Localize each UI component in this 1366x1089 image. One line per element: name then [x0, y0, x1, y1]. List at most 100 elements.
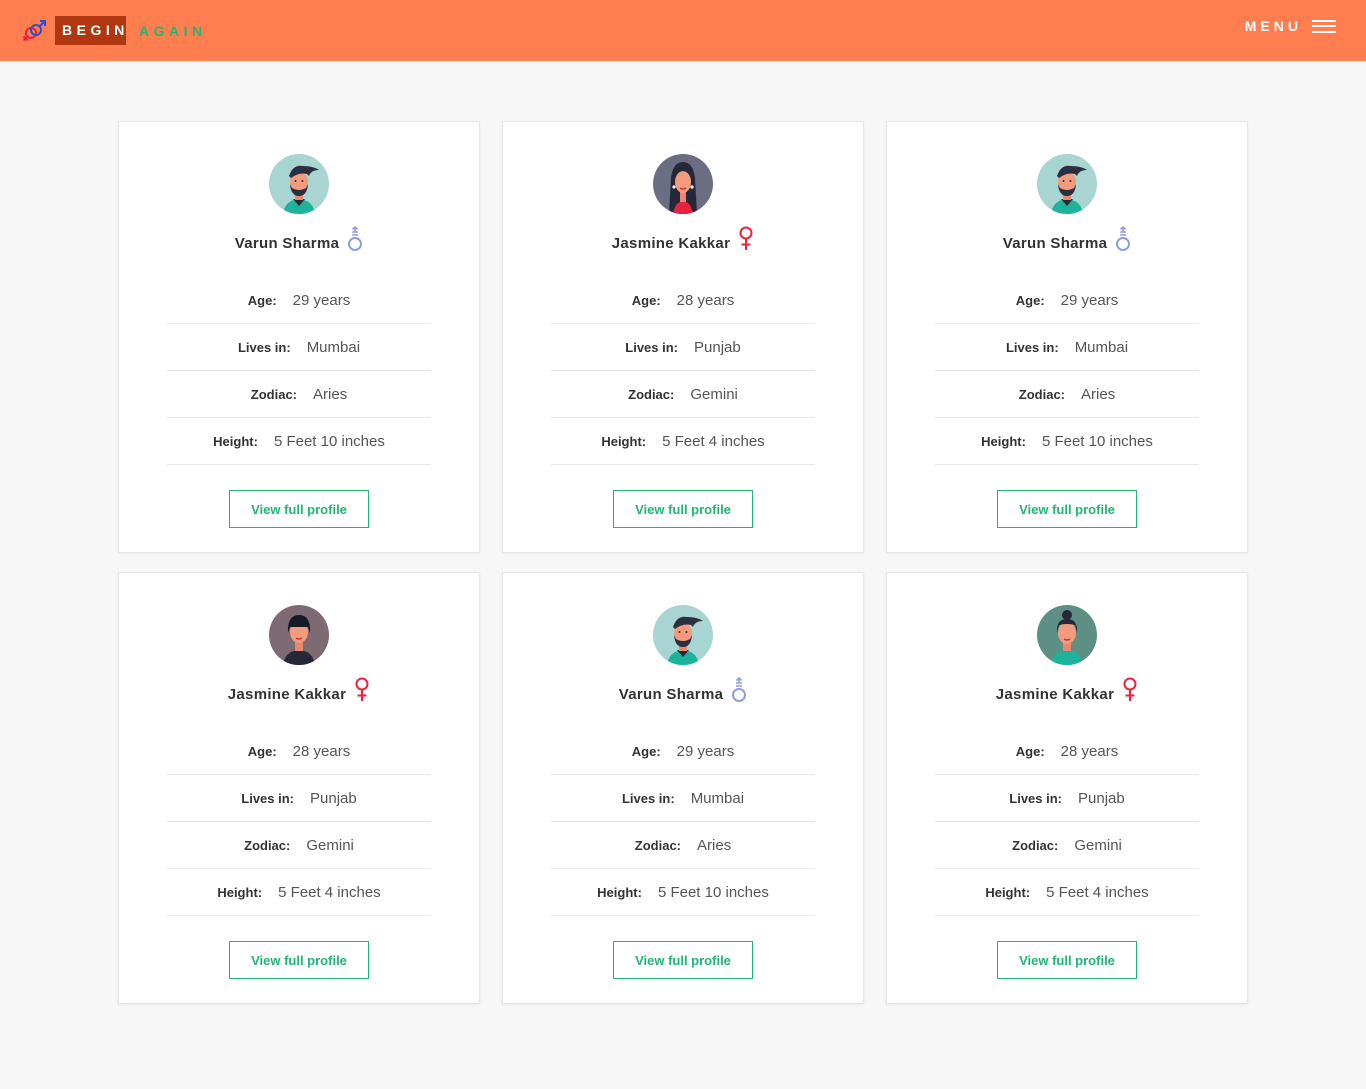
name-row: Varun Sharma — [887, 222, 1247, 252]
name-row: Jasmine Kakkar — [887, 673, 1247, 703]
profile-name: Varun Sharma — [1002, 235, 1108, 252]
height-label: Height: — [985, 884, 1031, 900]
height-label: Height: — [597, 884, 642, 900]
lives-in-value: Mumbai — [306, 338, 361, 356]
view-full-profile-button[interactable]: View full profile — [997, 941, 1137, 979]
avatar[interactable] — [1037, 605, 1097, 665]
detail-row-zodiac: Zodiac: Gemini — [167, 822, 431, 869]
avatar[interactable] — [653, 605, 713, 665]
lives-in-value: Punjab — [310, 789, 357, 807]
name-row: Jasmine Kakkar — [503, 222, 863, 252]
view-full-profile-button[interactable]: View full profile — [997, 490, 1137, 528]
view-full-profile-button[interactable]: View full profile — [229, 490, 369, 528]
detail-row-lives-in: Lives in: Mumbai — [935, 324, 1199, 371]
zodiac-value: Gemini — [690, 385, 738, 403]
detail-row-lives-in: Lives in: Mumbai — [167, 324, 431, 371]
height-value: 5 Feet 10 inches — [657, 883, 769, 901]
detail-row-zodiac: Zodiac: Aries — [935, 371, 1199, 418]
avatar[interactable] — [269, 605, 329, 665]
name-row: Varun Sharma — [503, 673, 863, 703]
logo-word-begin: BEGIN — [55, 16, 126, 45]
profile-card-2: Jasmine Kakkar Age: 28 years Lives in: P… — [502, 121, 864, 553]
zodiac-label: Zodiac: — [250, 386, 298, 402]
lives-in-label: Lives in: — [1009, 790, 1063, 806]
profile-name: Jasmine Kakkar — [227, 686, 347, 703]
profile-name: Jasmine Kakkar — [995, 686, 1115, 703]
zodiac-value: Gemini — [306, 836, 354, 854]
name-row: Varun Sharma — [119, 222, 479, 252]
hamburger-icon — [1312, 19, 1336, 33]
zodiac-value: Gemini — [1074, 836, 1122, 854]
detail-row-height: Height: 5 Feet 10 inches — [935, 418, 1199, 465]
lives-in-value: Punjab — [1078, 789, 1125, 807]
detail-row-height: Height: 5 Feet 4 inches — [167, 869, 431, 916]
age-label: Age: — [1015, 292, 1045, 308]
profile-details: Age: 29 years Lives in: Mumbai Zodiac: A… — [551, 728, 815, 916]
lives-in-label: Lives in: — [625, 339, 679, 355]
avatar[interactable] — [1037, 154, 1097, 214]
profile-details: Age: 28 years Lives in: Punjab Zodiac: G… — [551, 277, 815, 465]
height-value: 5 Feet 10 inches — [1041, 432, 1153, 450]
logo[interactable]: BEGIN AGAIN — [22, 16, 207, 45]
detail-row-lives-in: Lives in: Punjab — [551, 324, 815, 371]
age-value: 28 years — [1060, 742, 1119, 760]
age-value: 28 years — [292, 742, 351, 760]
avatar[interactable] — [269, 154, 329, 214]
detail-row-age: Age: 29 years — [935, 277, 1199, 324]
zodiac-value: Aries — [313, 385, 348, 403]
profile-name: Varun Sharma — [618, 686, 724, 703]
zodiac-value: Aries — [697, 836, 732, 854]
detail-row-lives-in: Lives in: Punjab — [935, 775, 1199, 822]
height-label: Height: — [217, 884, 263, 900]
view-full-profile-button[interactable]: View full profile — [613, 490, 753, 528]
lives-in-label: Lives in: — [1005, 339, 1059, 355]
profile-card-4: Jasmine Kakkar Age: 28 years Lives in: P… — [118, 572, 480, 1004]
profile-details: Age: 29 years Lives in: Mumbai Zodiac: A… — [935, 277, 1199, 465]
height-label: Height: — [601, 433, 647, 449]
zodiac-label: Zodiac: — [628, 386, 675, 402]
height-value: 5 Feet 4 inches — [278, 883, 381, 901]
detail-row-height: Height: 5 Feet 4 inches — [551, 418, 815, 465]
age-label: Age: — [631, 743, 661, 759]
age-label: Age: — [631, 292, 661, 308]
view-full-profile-button[interactable]: View full profile — [613, 941, 753, 979]
height-value: 5 Feet 10 inches — [273, 432, 385, 450]
profile-card-1: Varun Sharma Age: 29 years Lives in: Mum… — [118, 121, 480, 553]
detail-row-height: Height: 5 Feet 10 inches — [167, 418, 431, 465]
menu-label: MENU — [1244, 18, 1302, 34]
lives-in-label: Lives in: — [237, 339, 291, 355]
age-label: Age: — [247, 743, 277, 759]
profile-name: Jasmine Kakkar — [611, 235, 731, 252]
profile-name: Varun Sharma — [234, 235, 340, 252]
height-value: 5 Feet 4 inches — [662, 432, 765, 450]
zodiac-label: Zodiac: — [634, 837, 682, 853]
zodiac-label: Zodiac: — [244, 837, 291, 853]
logo-word-again: AGAIN — [139, 22, 207, 39]
profile-details: Age: 28 years Lives in: Punjab Zodiac: G… — [167, 728, 431, 916]
profile-grid: Varun Sharma Age: 29 years Lives in: Mum… — [118, 121, 1248, 1004]
zodiac-label: Zodiac: — [1012, 837, 1059, 853]
navbar: BEGIN AGAIN MENU — [0, 0, 1366, 61]
male-symbol-icon — [731, 677, 747, 705]
detail-row-zodiac: Zodiac: Gemini — [551, 371, 815, 418]
profile-details: Age: 29 years Lives in: Mumbai Zodiac: A… — [167, 277, 431, 465]
view-full-profile-button[interactable]: View full profile — [229, 941, 369, 979]
lives-in-value: Mumbai — [1074, 338, 1129, 356]
detail-row-zodiac: Zodiac: Aries — [167, 371, 431, 418]
detail-row-zodiac: Zodiac: Gemini — [935, 822, 1199, 869]
lives-in-label: Lives in: — [621, 790, 675, 806]
male-symbol-icon — [347, 226, 363, 254]
profile-card-3: Varun Sharma Age: 29 years Lives in: Mum… — [886, 121, 1248, 553]
age-value: 29 years — [1060, 291, 1119, 309]
detail-row-height: Height: 5 Feet 4 inches — [935, 869, 1199, 916]
age-label: Age: — [1015, 743, 1045, 759]
female-symbol-icon — [354, 677, 370, 705]
gender-symbols-icon — [22, 19, 46, 41]
zodiac-label: Zodiac: — [1018, 386, 1066, 402]
menu-button[interactable]: MENU — [1245, 18, 1336, 34]
female-symbol-icon — [738, 226, 754, 254]
detail-row-height: Height: 5 Feet 10 inches — [551, 869, 815, 916]
age-value: 28 years — [676, 291, 735, 309]
name-row: Jasmine Kakkar — [119, 673, 479, 703]
avatar[interactable] — [653, 154, 713, 214]
